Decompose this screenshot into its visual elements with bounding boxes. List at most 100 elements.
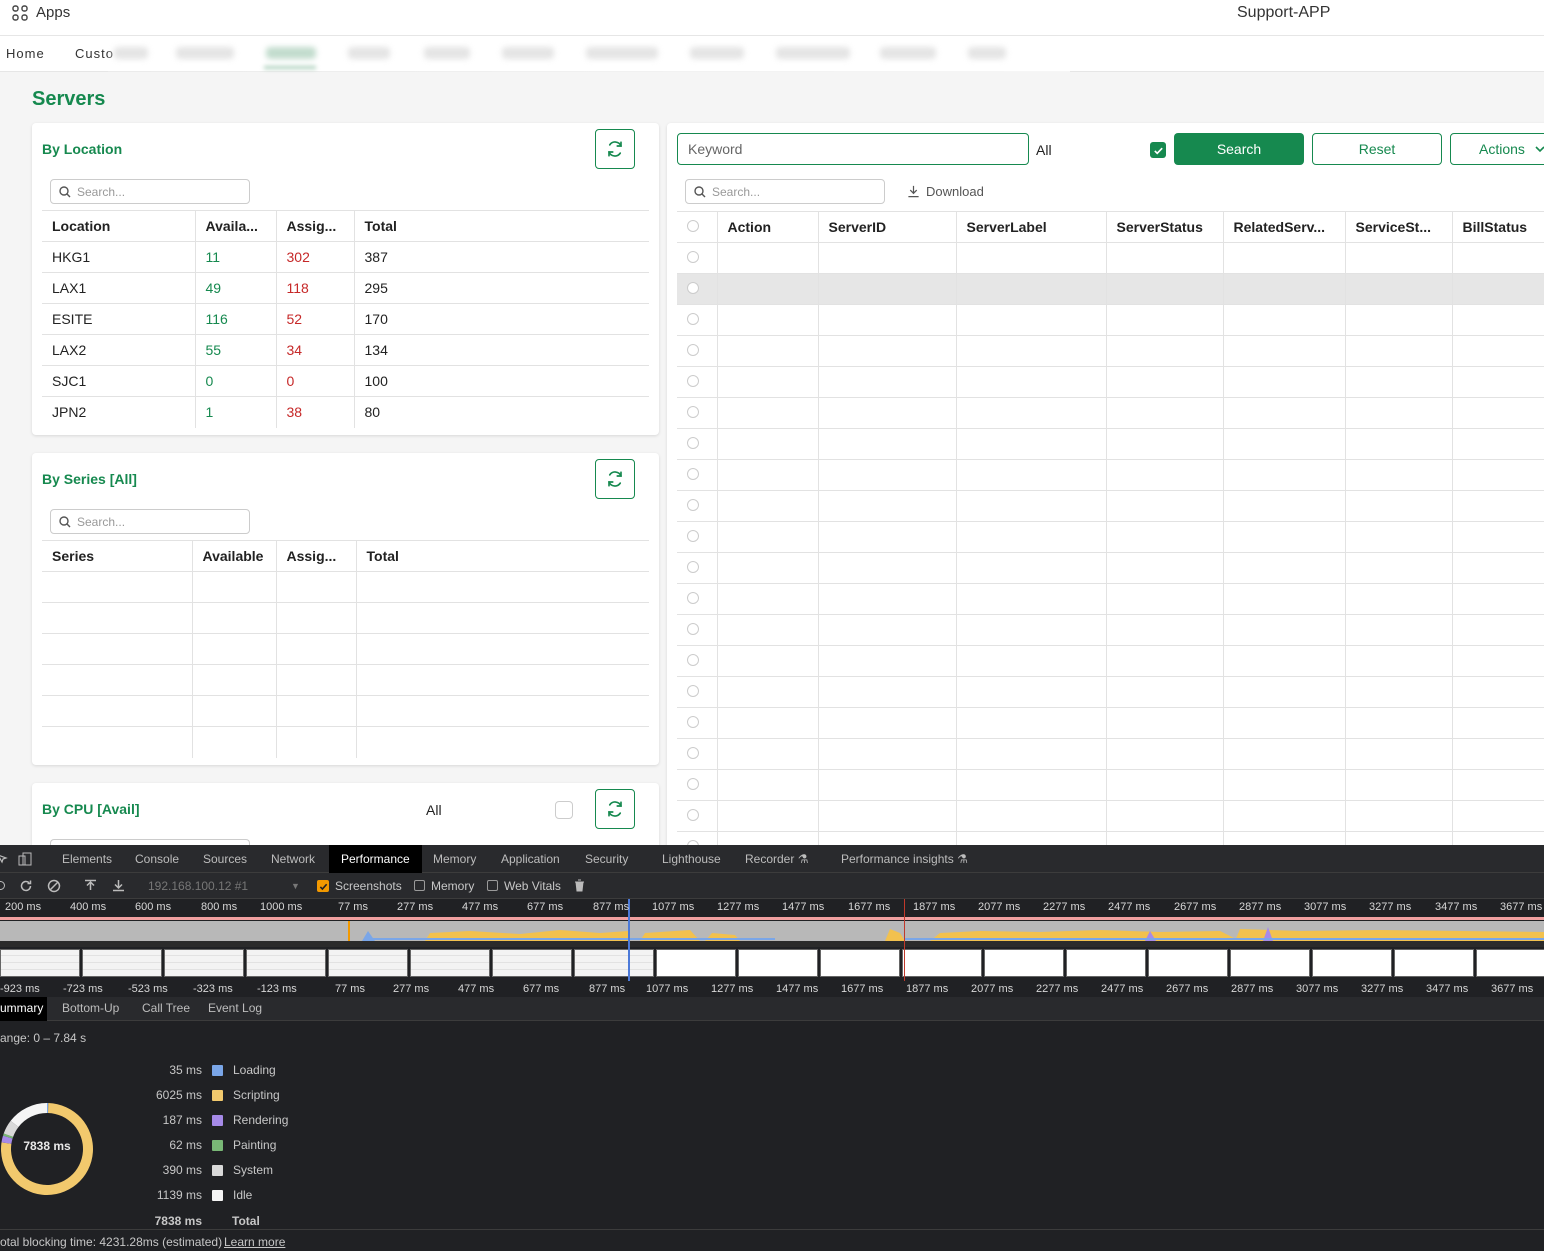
tab-sources[interactable]: Sources	[203, 852, 247, 866]
table-row[interactable]	[677, 366, 1544, 398]
row-checkbox[interactable]	[687, 499, 699, 511]
table-row[interactable]	[677, 707, 1544, 739]
row-checkbox[interactable]	[687, 654, 699, 666]
trash-icon[interactable]	[574, 879, 585, 892]
tab-application[interactable]: Application	[501, 852, 560, 866]
row-checkbox[interactable]	[687, 344, 699, 356]
actions-button[interactable]: Actions	[1450, 133, 1544, 165]
table-row[interactable]	[677, 459, 1544, 491]
learn-more-link[interactable]: Learn more	[224, 1235, 285, 1249]
row-checkbox[interactable]	[687, 375, 699, 387]
tab-recorder[interactable]: Recorder ⚗	[745, 852, 808, 866]
col-bill-status[interactable]: BillStatus	[1452, 211, 1544, 243]
col-available[interactable]: Availa...	[195, 210, 277, 242]
target-dropdown-icon[interactable]: ▼	[291, 881, 300, 891]
select-all-checkbox[interactable]	[677, 211, 718, 243]
table-row[interactable]: LAX1 49 118 295	[42, 272, 649, 304]
screenshot-frame[interactable]	[0, 949, 80, 977]
screenshot-frame[interactable]	[1148, 949, 1228, 977]
row-checkbox[interactable]	[687, 592, 699, 604]
table-row[interactable]	[677, 397, 1544, 429]
web-vitals-checkbox[interactable]	[487, 880, 498, 891]
col-series[interactable]: Series	[42, 540, 193, 572]
tab-bottom-up[interactable]: Bottom-Up	[62, 1001, 119, 1015]
screenshot-frame[interactable]	[1476, 949, 1544, 977]
screenshot-frame[interactable]	[1230, 949, 1310, 977]
clear-icon[interactable]	[47, 879, 61, 893]
by-cpu-refresh-button[interactable]	[595, 789, 635, 829]
tab-event-log[interactable]: Event Log	[208, 1001, 262, 1015]
target-select[interactable]: 192.168.100.12 #1	[148, 879, 248, 893]
col-server-id[interactable]: ServerID	[818, 211, 957, 243]
search-button[interactable]: Search	[1174, 133, 1304, 165]
table-row[interactable]	[677, 552, 1544, 584]
table-row[interactable]	[677, 490, 1544, 522]
tab-summary[interactable]: ummary	[0, 997, 48, 1021]
tab-call-tree[interactable]: Call Tree	[142, 1001, 190, 1015]
device-toolbar-icon[interactable]	[18, 852, 32, 866]
table-row[interactable]	[677, 614, 1544, 646]
screenshot-frame[interactable]	[1394, 949, 1474, 977]
row-checkbox[interactable]	[687, 437, 699, 449]
tab-memory[interactable]: Memory	[433, 852, 476, 866]
tab-performance[interactable]: Performance	[329, 845, 422, 873]
table-row[interactable]	[677, 800, 1544, 832]
screenshot-frame[interactable]	[1066, 949, 1146, 977]
table-row[interactable]	[677, 676, 1544, 708]
col-action[interactable]: Action	[717, 211, 819, 243]
keyword-input[interactable]: Keyword	[677, 133, 1029, 165]
table-row[interactable]	[677, 738, 1544, 770]
screenshot-frame[interactable]	[820, 949, 900, 977]
table-row[interactable]	[677, 273, 1544, 305]
by-location-refresh-button[interactable]	[595, 129, 635, 169]
table-row[interactable]	[677, 583, 1544, 615]
row-checkbox[interactable]	[687, 468, 699, 480]
col-related-server[interactable]: RelatedServ...	[1223, 211, 1346, 243]
screenshot-frame[interactable]	[656, 949, 736, 977]
tab-elements[interactable]: Elements	[62, 852, 112, 866]
by-series-refresh-button[interactable]	[595, 459, 635, 499]
screenshots-checkbox[interactable]	[317, 880, 329, 892]
screenshot-frame[interactable]	[902, 949, 982, 977]
reload-record-icon[interactable]	[19, 879, 33, 893]
screenshot-frame[interactable]	[410, 949, 490, 977]
col-assigned[interactable]: Assig...	[276, 210, 355, 242]
row-checkbox[interactable]	[687, 685, 699, 697]
server-table-search-input[interactable]: Search...	[685, 179, 885, 204]
row-checkbox[interactable]	[687, 406, 699, 418]
table-row[interactable]: ESITE 116 52 170	[42, 303, 649, 335]
filter-select[interactable]: All	[1036, 142, 1052, 158]
apps-launcher[interactable]: Apps	[12, 4, 70, 21]
inspect-icon[interactable]	[0, 853, 8, 865]
filter-checkbox[interactable]	[1150, 142, 1166, 158]
row-checkbox[interactable]	[687, 251, 699, 263]
screenshot-frame[interactable]	[328, 949, 408, 977]
table-row[interactable]	[677, 521, 1544, 553]
row-checkbox[interactable]	[687, 282, 699, 294]
by-cpu-filter[interactable]: All	[426, 802, 442, 818]
table-row[interactable]	[677, 242, 1544, 274]
screenshot-frame[interactable]	[738, 949, 818, 977]
col-available[interactable]: Available	[192, 540, 277, 572]
col-total[interactable]: Total	[356, 540, 649, 572]
by-cpu-checkbox[interactable]	[555, 801, 573, 819]
col-assigned[interactable]: Assig...	[276, 540, 357, 572]
col-total[interactable]: Total	[354, 210, 649, 242]
row-checkbox[interactable]	[687, 313, 699, 325]
memory-checkbox[interactable]	[414, 880, 425, 891]
col-server-status[interactable]: ServerStatus	[1106, 211, 1224, 243]
row-checkbox[interactable]	[687, 716, 699, 728]
row-checkbox[interactable]	[687, 623, 699, 635]
table-row[interactable]: HKG1 11 302 387	[42, 241, 649, 273]
tab-console[interactable]: Console	[135, 852, 179, 866]
screenshot-frame[interactable]	[492, 949, 572, 977]
screenshot-frame[interactable]	[984, 949, 1064, 977]
row-checkbox[interactable]	[687, 530, 699, 542]
reset-button[interactable]: Reset	[1312, 133, 1442, 165]
screenshot-frame[interactable]	[1312, 949, 1392, 977]
table-row[interactable]	[677, 645, 1544, 677]
row-checkbox[interactable]	[687, 809, 699, 821]
table-row[interactable]: LAX2 55 34 134	[42, 334, 649, 366]
nav-home[interactable]: Home	[6, 46, 45, 61]
table-row[interactable]	[677, 769, 1544, 801]
